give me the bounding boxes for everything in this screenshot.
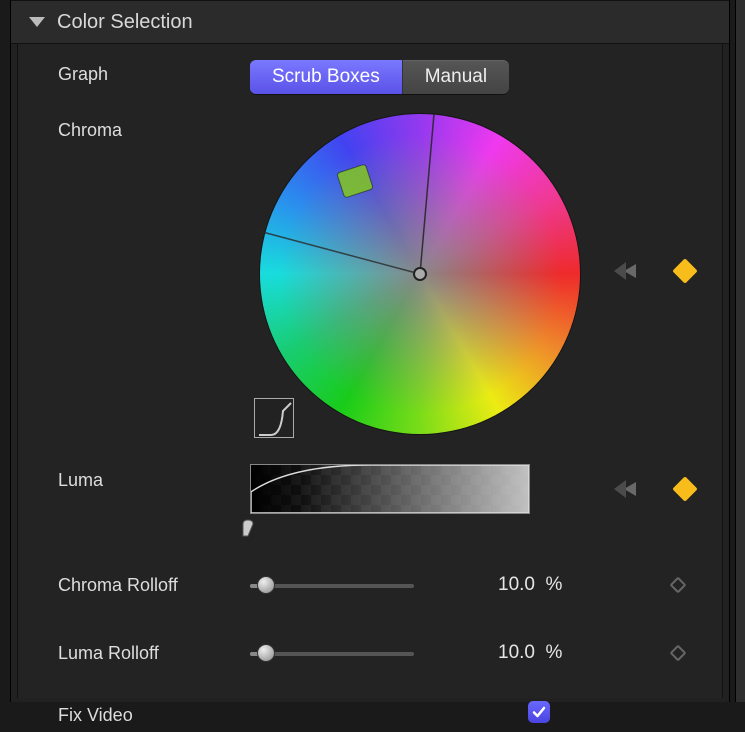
luma-rolloff-value[interactable]: 10.0 %: [498, 642, 562, 664]
checkmark-icon: [531, 704, 547, 720]
slider-thumb[interactable]: [257, 576, 275, 594]
tab-scrub-boxes[interactable]: Scrub Boxes: [250, 60, 403, 94]
luma-gradient[interactable]: [250, 464, 530, 514]
chroma-keyframe-controls: [614, 262, 694, 280]
disclosure-triangle-icon[interactable]: [29, 17, 45, 27]
slider-thumb[interactable]: [257, 644, 275, 662]
luma-rolloff-keyframe[interactable]: [672, 647, 684, 659]
chroma-label: Chroma: [18, 114, 250, 141]
section-body: Graph Scrub Boxes Manual Chroma: [17, 44, 723, 698]
luma-keyframe-controls: [614, 480, 694, 498]
luma-handle-icon[interactable]: [241, 519, 255, 537]
luma-label: Luma: [18, 464, 250, 491]
graph-label: Graph: [18, 58, 250, 85]
chroma-rolloff-value[interactable]: 10.0 %: [498, 574, 562, 596]
reset-arrow-icon[interactable]: [614, 262, 636, 280]
value-unit: %: [546, 642, 563, 663]
graph-mode-segmented: Scrub Boxes Manual: [250, 60, 509, 94]
keyframe-diamond-icon[interactable]: [672, 476, 697, 501]
wheel-center-handle[interactable]: [413, 267, 427, 281]
inspector-panel: Color Selection Graph Scrub Boxes Manual…: [10, 0, 730, 702]
section-title: Color Selection: [57, 11, 193, 34]
chroma-wheel[interactable]: [260, 114, 580, 434]
chroma-curve-toggle[interactable]: [254, 398, 294, 438]
keyframe-diamond-icon[interactable]: [670, 645, 687, 662]
luma-rolloff-slider[interactable]: [250, 652, 414, 656]
luma-curve-overlay: [251, 465, 529, 513]
chroma-rolloff-row: Chroma Rolloff 10.0 %: [18, 560, 722, 610]
chroma-row: Chroma: [18, 114, 722, 434]
value-unit: %: [546, 574, 563, 595]
chroma-rolloff-keyframe[interactable]: [672, 579, 684, 591]
panel-right-edge: [735, 0, 745, 702]
keyframe-diamond-icon[interactable]: [672, 258, 697, 283]
fix-video-row: Fix Video: [18, 692, 722, 732]
reset-arrow-icon[interactable]: [614, 480, 636, 498]
section-header[interactable]: Color Selection: [11, 0, 729, 44]
luma-rolloff-label: Luma Rolloff: [18, 643, 250, 664]
chroma-rolloff-slider[interactable]: [250, 584, 414, 588]
chroma-rolloff-label: Chroma Rolloff: [18, 575, 250, 596]
luma-rolloff-row: Luma Rolloff 10.0 %: [18, 628, 722, 678]
luma-row: Luma: [18, 464, 722, 514]
fix-video-label: Fix Video: [18, 699, 250, 726]
keyframe-diamond-icon[interactable]: [670, 577, 687, 594]
value-number: 10.0: [498, 574, 535, 595]
tab-manual[interactable]: Manual: [403, 60, 509, 94]
graph-row: Graph Scrub Boxes Manual: [18, 58, 722, 94]
value-number: 10.0: [498, 642, 535, 663]
fix-video-checkbox[interactable]: [528, 701, 550, 723]
